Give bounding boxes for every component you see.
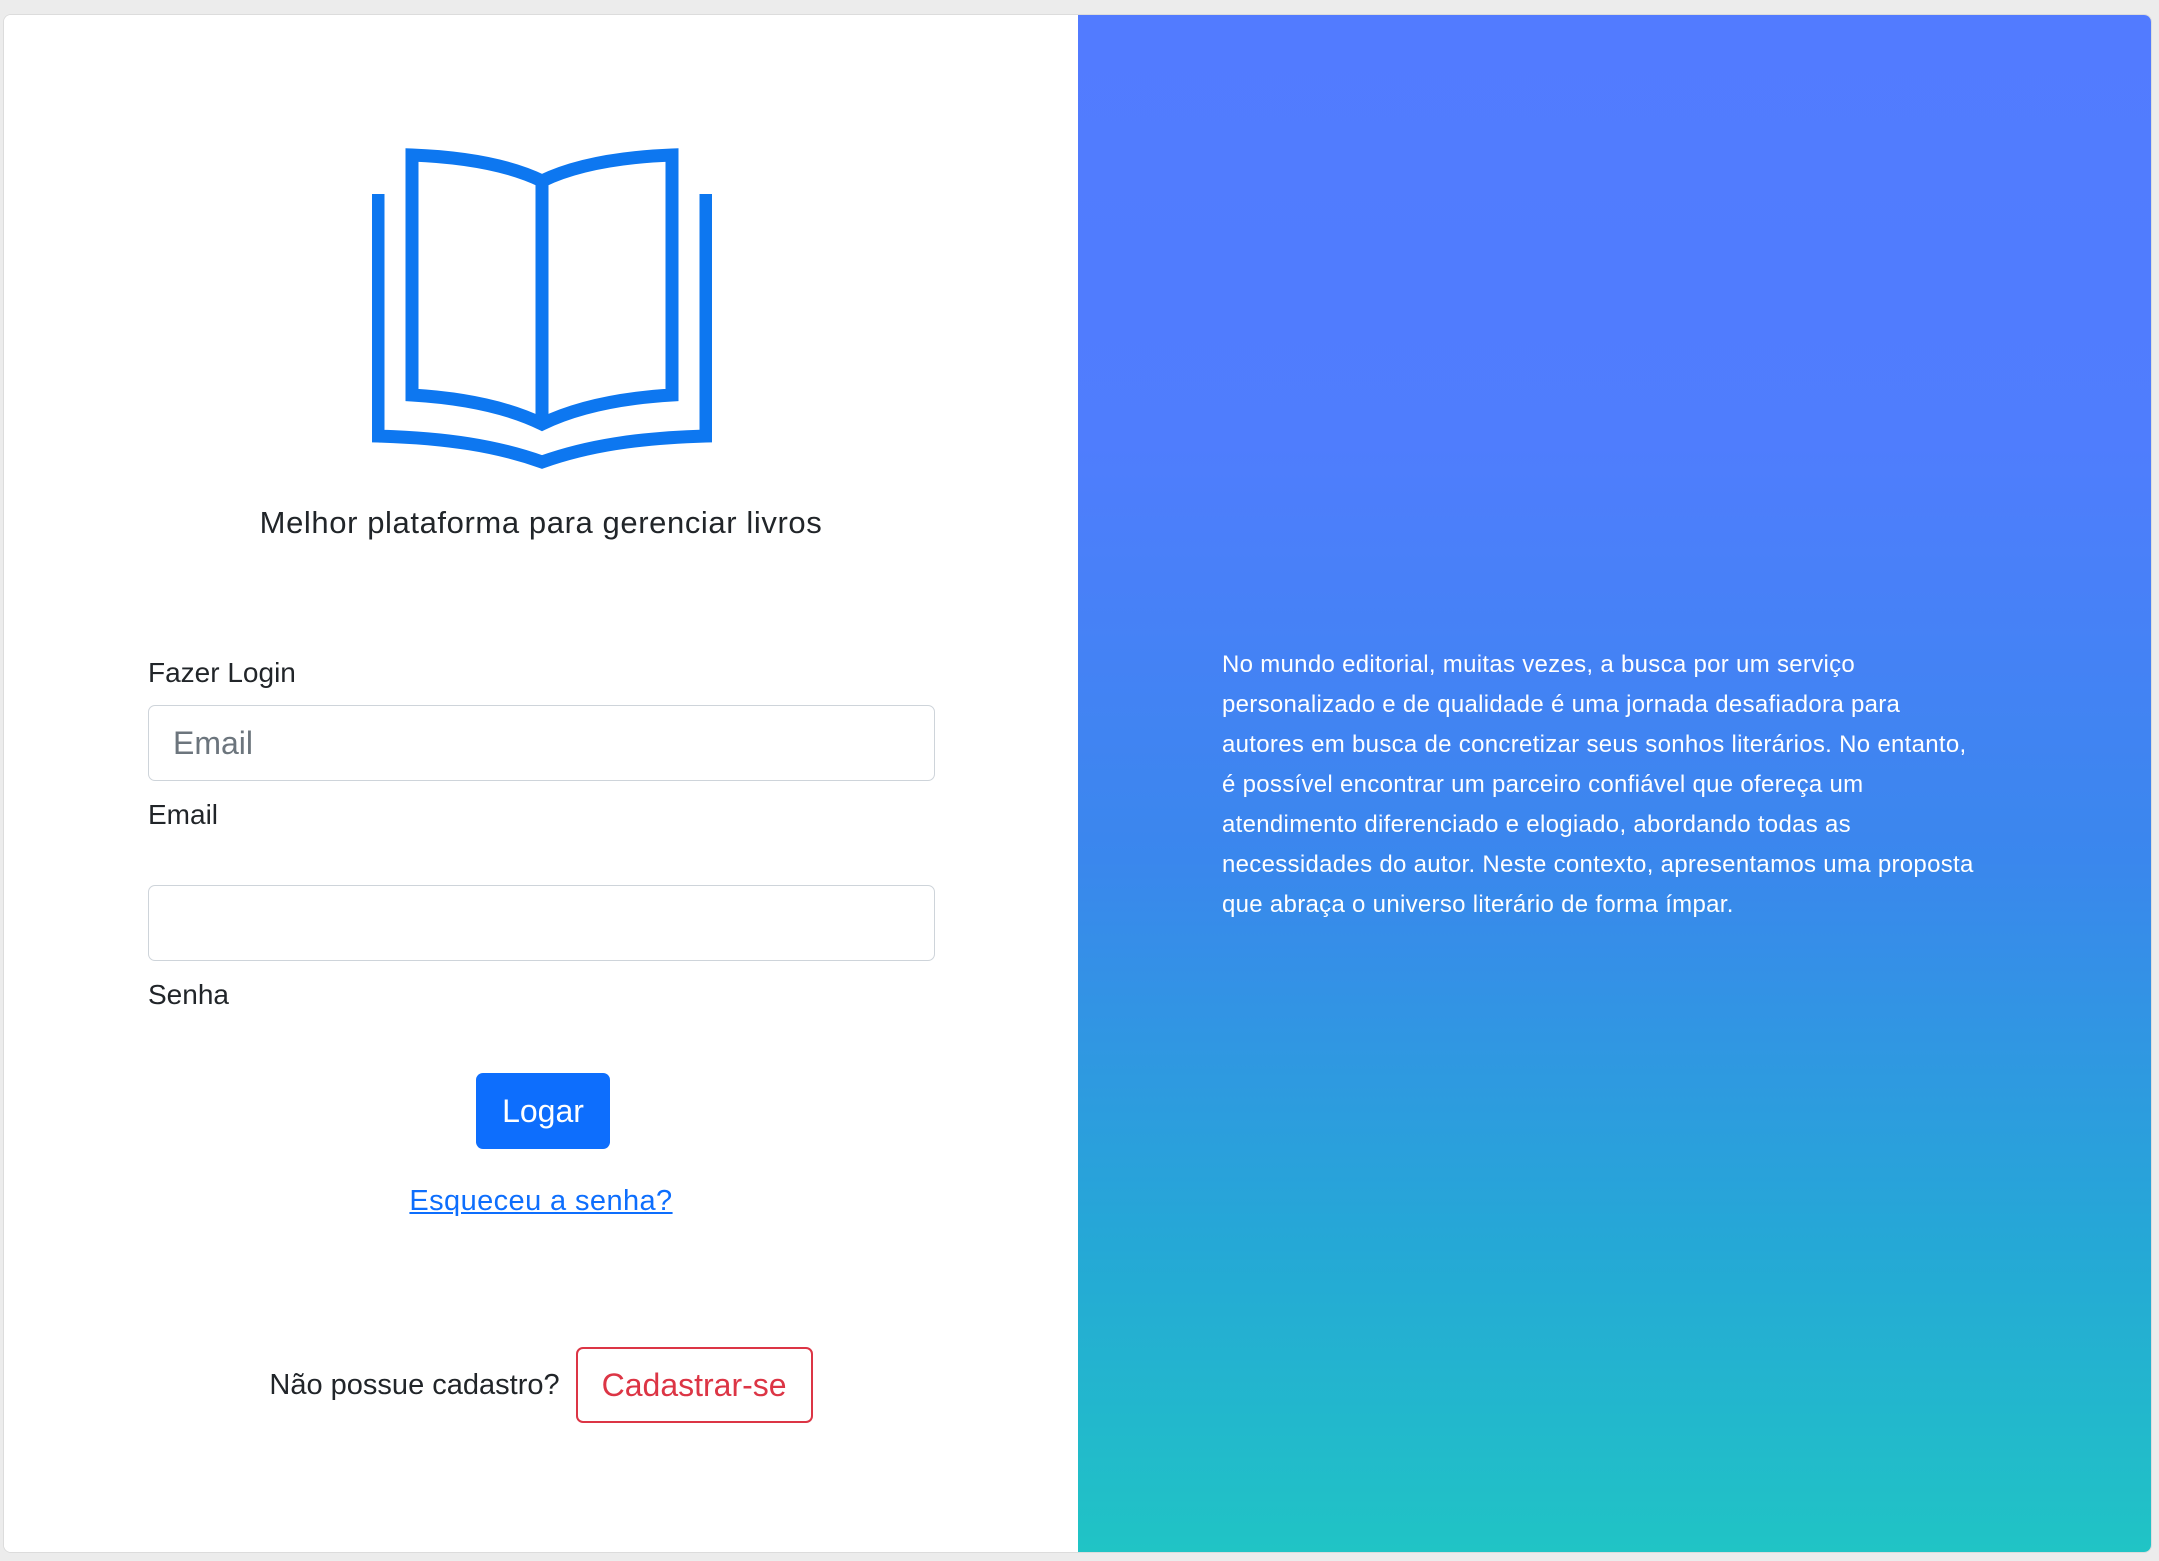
promo-line: atendimento diferenciado e elogiado, abo…	[1222, 811, 1851, 838]
promo-line: autores em busca de concretizar seus son…	[1222, 731, 1967, 758]
open-book-icon	[371, 138, 713, 472]
login-heading: Fazer Login	[148, 657, 296, 688]
page-frame: Melhor plataforma para gerenciar livros …	[3, 14, 2152, 1553]
signup-button[interactable]: Cadastrar-se	[575, 1347, 813, 1423]
signup-prompt: Não possue cadastro?	[269, 1368, 560, 1401]
password-label: Senha	[148, 979, 229, 1010]
login-panel: Melhor plataforma para gerenciar livros …	[4, 15, 1078, 1552]
promo-panel: No mundo editorial, muitas vezes, a busc…	[1078, 15, 2151, 1552]
signup-row: Não possue cadastro? Cadastrar-se	[4, 1347, 1078, 1423]
tagline: Melhor plataforma para gerenciar livros	[259, 505, 823, 540]
password-input[interactable]	[148, 885, 935, 961]
forgot-password-link[interactable]: Esqueceu a senha?	[409, 1185, 672, 1217]
email-label: Email	[148, 799, 219, 830]
forgot-password-row: Esqueceu a senha?	[4, 1185, 1078, 1218]
promo-line: que abraça o universo literário de forma…	[1222, 891, 1734, 918]
promo-text: No mundo editorial, muitas vezes, a busc…	[1222, 645, 2022, 925]
promo-line: é possível encontrar um parceiro confiáv…	[1222, 771, 1864, 798]
promo-line: No mundo editorial, muitas vezes, a busc…	[1222, 651, 1856, 678]
promo-line: necessidades do autor. Neste contexto, a…	[1222, 851, 1974, 878]
email-input[interactable]	[148, 705, 935, 781]
login-button[interactable]: Logar	[476, 1073, 610, 1149]
promo-line: personalizado e de qualidade é uma jorna…	[1222, 691, 1901, 718]
